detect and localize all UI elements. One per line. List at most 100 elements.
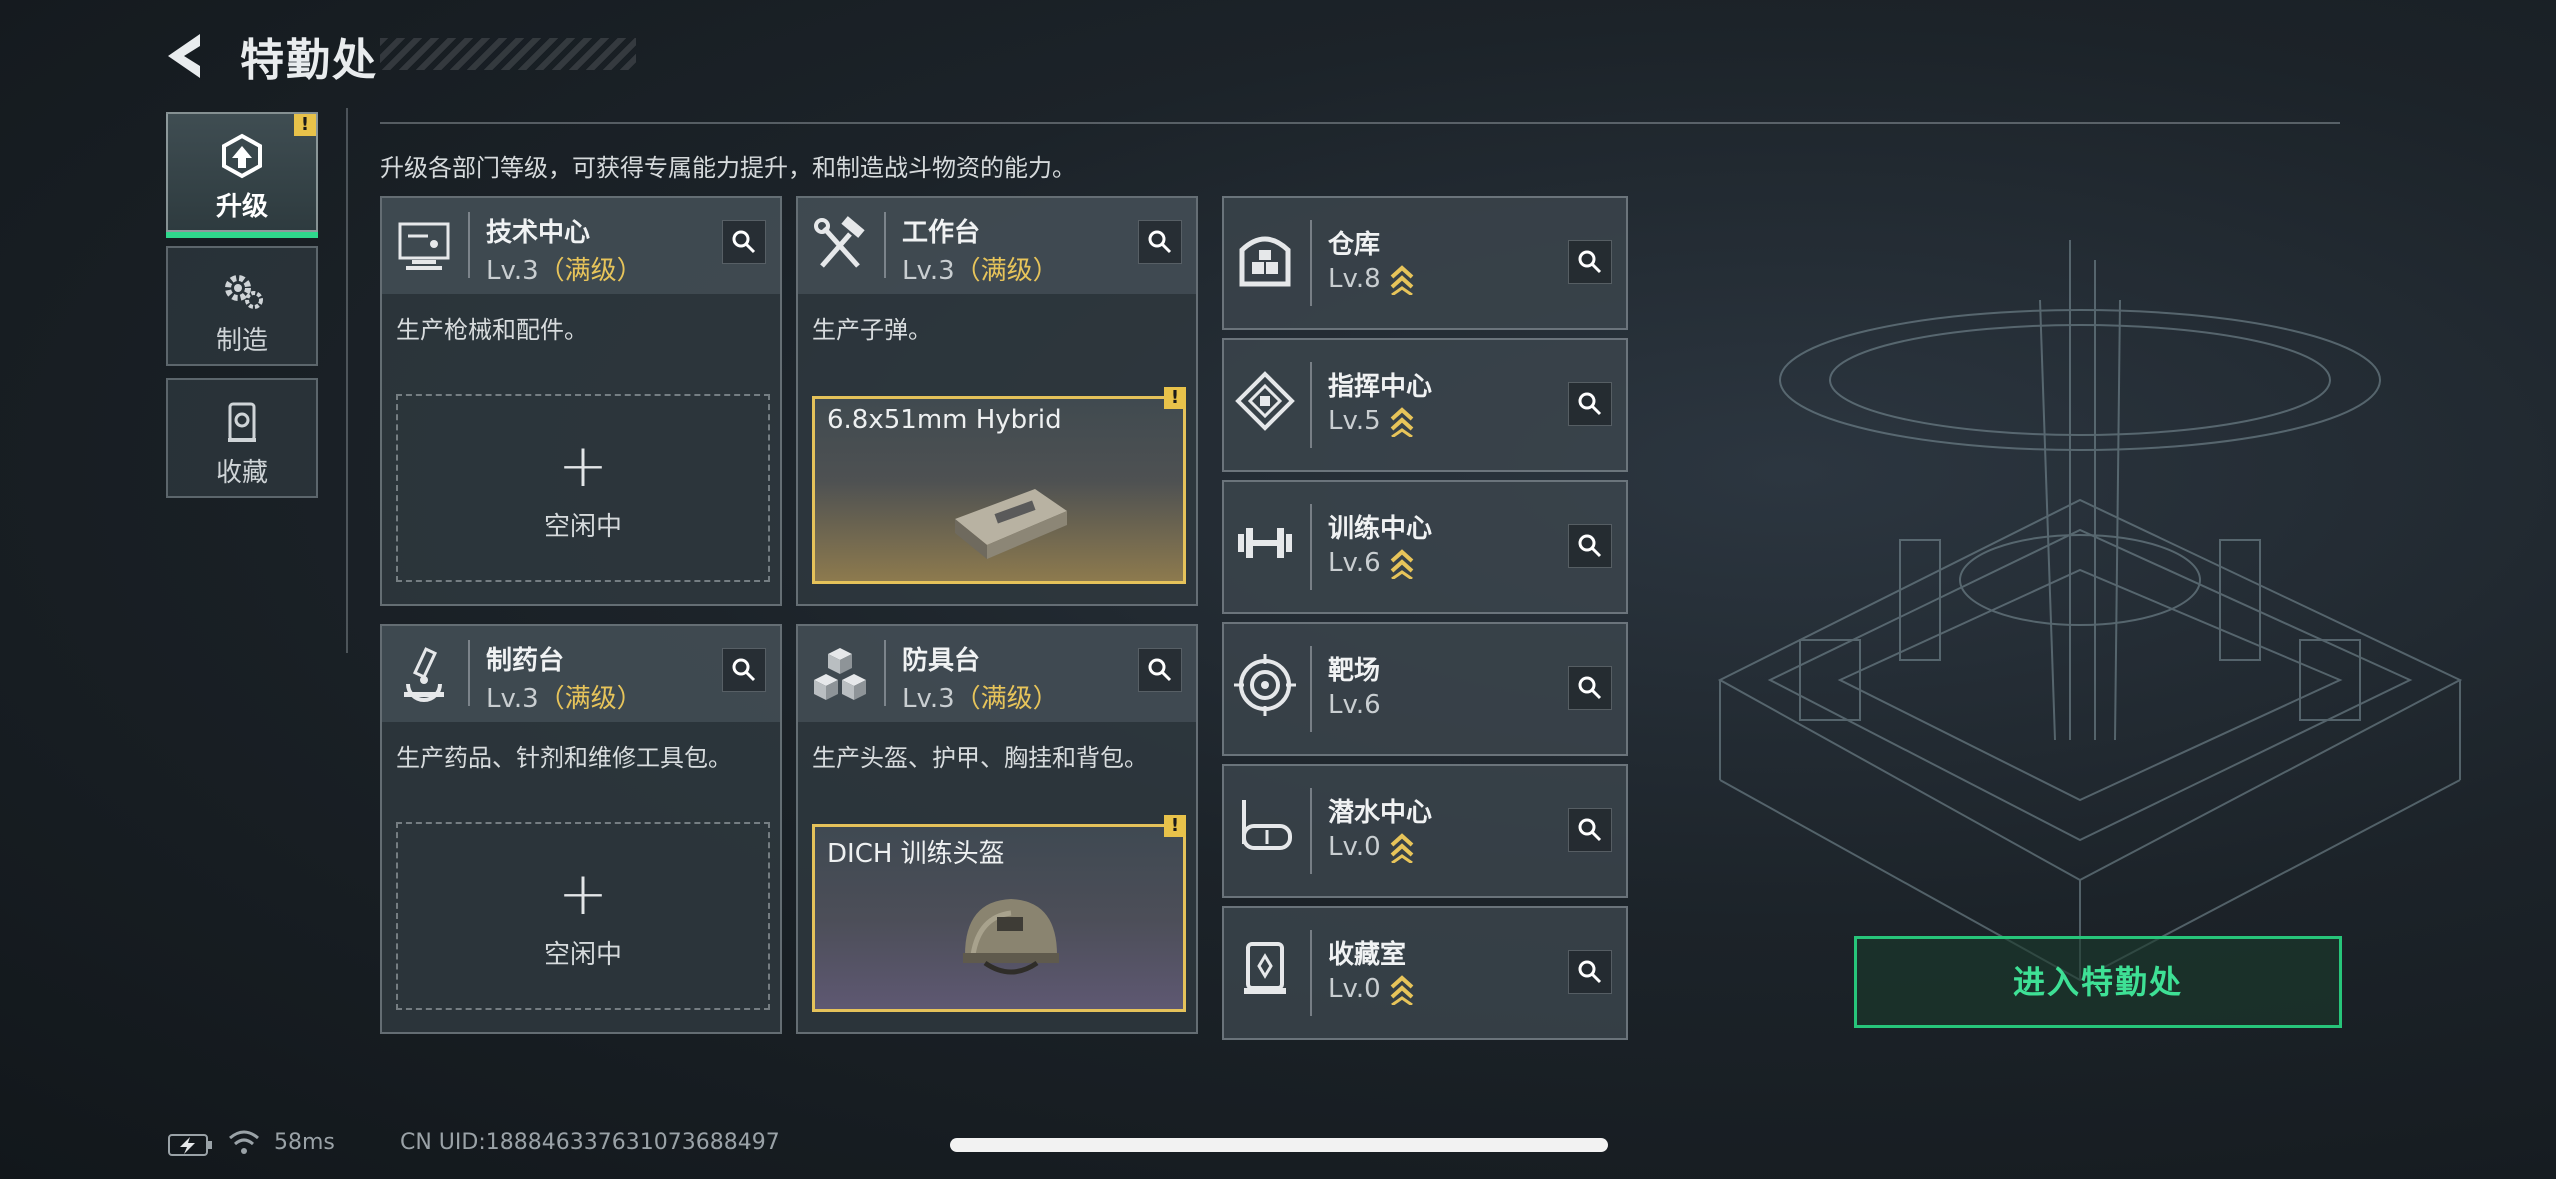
search-icon xyxy=(1578,960,1602,984)
facility-card-training-center[interactable]: 训练中心 Lv.6 xyxy=(1222,480,1628,614)
upgrade-available-icon xyxy=(1390,974,1414,1005)
card-level: Lv.6 xyxy=(1328,690,1381,720)
details-button[interactable] xyxy=(1568,382,1612,426)
card-divider xyxy=(1310,504,1312,590)
wifi-icon xyxy=(229,1130,259,1154)
level-value: Lv.0 xyxy=(1328,974,1381,1004)
level-value: Lv.0 xyxy=(1328,832,1381,862)
alert-badge: ! xyxy=(1164,815,1186,837)
card-level: Lv.3（满级） xyxy=(486,678,643,715)
collection-room-icon xyxy=(1244,942,1286,994)
header-divider xyxy=(380,122,2340,124)
card-name: 制药台 xyxy=(486,646,565,676)
maxed-label: （满级） xyxy=(538,684,643,714)
production-slot-item[interactable]: DICH 训练头盔 ! xyxy=(812,815,1186,1012)
card-level: Lv.8 xyxy=(1328,264,1415,295)
tab-upgrade-label: 升级 xyxy=(215,192,268,222)
department-card-workbench[interactable]: 工作台 Lv.3（满级） 生产子弹。 6.8x51mm Hybrid ! xyxy=(796,196,1198,606)
level-value: Lv.6 xyxy=(1328,548,1381,578)
enter-special-ops-button[interactable]: 进入特勤处 xyxy=(1854,936,2342,1028)
facility-card-warehouse[interactable]: 仓库 Lv.8 xyxy=(1222,196,1628,330)
slot-status: 空闲中 xyxy=(543,940,622,970)
card-divider xyxy=(1310,788,1312,874)
card-divider xyxy=(1310,930,1312,1016)
production-slot-empty[interactable]: + 空闲中 xyxy=(396,822,770,1010)
card-level: Lv.3（满级） xyxy=(902,678,1059,715)
home-indicator[interactable] xyxy=(950,1138,1608,1152)
card-description: 生产药品、针剂和维修工具包。 xyxy=(396,744,732,772)
card-divider xyxy=(1310,646,1312,732)
card-name: 指挥中心 xyxy=(1328,372,1433,402)
tab-craft[interactable]: 制造 xyxy=(166,246,318,366)
level-value: Lv.3 xyxy=(486,256,539,286)
details-button[interactable] xyxy=(722,648,766,692)
upgrade-available-icon xyxy=(1390,406,1414,437)
card-name: 收藏室 xyxy=(1328,940,1407,970)
card-description: 生产头盔、护甲、胸挂和背包。 xyxy=(812,744,1148,772)
facility-card-shooting-range[interactable]: 靶场 Lv.6 xyxy=(1222,622,1628,756)
production-slot-empty[interactable]: + 空闲中 xyxy=(396,394,770,582)
department-card-tech-center[interactable]: 技术中心 Lv.3（满级） 生产枪械和配件。 + 空闲中 xyxy=(380,196,782,606)
details-button[interactable] xyxy=(1138,648,1182,692)
upgrade-available-icon xyxy=(1390,832,1414,863)
details-button[interactable] xyxy=(1568,524,1612,568)
search-icon xyxy=(1578,392,1602,416)
dumbbell-icon xyxy=(1238,528,1292,558)
maxed-label: （满级） xyxy=(538,256,643,286)
active-tab-indicator xyxy=(166,232,318,238)
item-name: 6.8x51mm Hybrid xyxy=(827,405,1062,435)
card-name: 潜水中心 xyxy=(1328,798,1433,828)
card-name: 防具台 xyxy=(902,646,981,676)
search-icon xyxy=(1578,250,1602,274)
details-button[interactable] xyxy=(1568,240,1612,284)
intro-text: 升级各部门等级，可获得专属能力提升，和制造战斗物资的能力。 xyxy=(380,154,1076,182)
ping-value: 58ms xyxy=(274,1130,335,1155)
card-name: 仓库 xyxy=(1328,230,1381,260)
ammo-box-image xyxy=(955,489,1067,559)
search-icon xyxy=(1578,534,1602,558)
plus-icon: + xyxy=(557,431,609,501)
card-divider xyxy=(468,640,470,706)
card-divider xyxy=(884,212,886,278)
card-level: Lv.0 xyxy=(1328,974,1415,1005)
tab-collection[interactable]: 收藏 xyxy=(166,378,318,498)
level-value: Lv.3 xyxy=(902,256,955,286)
tab-rail-divider xyxy=(346,108,348,653)
facility-card-command-center[interactable]: 指挥中心 Lv.5 xyxy=(1222,338,1628,472)
tab-collection-label: 收藏 xyxy=(215,458,268,488)
armor-cubes-icon xyxy=(814,648,866,700)
tab-craft-label: 制造 xyxy=(215,326,268,356)
details-button[interactable] xyxy=(722,220,766,264)
upgrade-available-icon xyxy=(1390,264,1414,295)
card-description: 生产枪械和配件。 xyxy=(396,316,588,344)
details-button[interactable] xyxy=(1568,666,1612,710)
back-arrow-icon[interactable] xyxy=(160,28,216,84)
card-name: 靶场 xyxy=(1328,656,1381,686)
card-level: Lv.0 xyxy=(1328,832,1415,863)
card-divider xyxy=(1310,220,1312,306)
search-icon xyxy=(732,230,756,254)
facility-card-diving-center[interactable]: 潜水中心 Lv.0 xyxy=(1222,764,1628,898)
alert-badge: ! xyxy=(294,114,316,136)
details-button[interactable] xyxy=(1568,950,1612,994)
department-card-pharmacy[interactable]: 制药台 Lv.3（满级） 生产药品、针剂和维修工具包。 + 空闲中 xyxy=(380,624,782,1034)
level-value: Lv.3 xyxy=(902,684,955,714)
search-icon xyxy=(1578,818,1602,842)
gear-icon xyxy=(225,275,263,309)
item-name: DICH 训练头盔 xyxy=(827,839,1005,869)
slot-status: 空闲中 xyxy=(543,512,622,542)
collection-icon xyxy=(228,402,256,442)
tab-upgrade[interactable]: 升级 ! xyxy=(166,112,318,238)
search-icon xyxy=(1148,230,1172,254)
details-button[interactable] xyxy=(1138,220,1182,264)
card-divider xyxy=(468,212,470,278)
card-level: Lv.5 xyxy=(1328,406,1415,437)
facility-card-collection-room[interactable]: 收藏室 Lv.0 xyxy=(1222,906,1628,1040)
details-button[interactable] xyxy=(1568,808,1612,852)
production-slot-item[interactable]: 6.8x51mm Hybrid ! xyxy=(812,387,1186,584)
department-card-armor-bench[interactable]: 防具台 Lv.3（满级） 生产头盔、护甲、胸挂和背包。 DICH 训练头盔 ! xyxy=(796,624,1198,1034)
target-icon xyxy=(1234,654,1296,716)
diving-mask-icon xyxy=(1242,800,1292,850)
level-value: Lv.5 xyxy=(1328,406,1381,436)
command-center-icon xyxy=(1235,371,1295,431)
